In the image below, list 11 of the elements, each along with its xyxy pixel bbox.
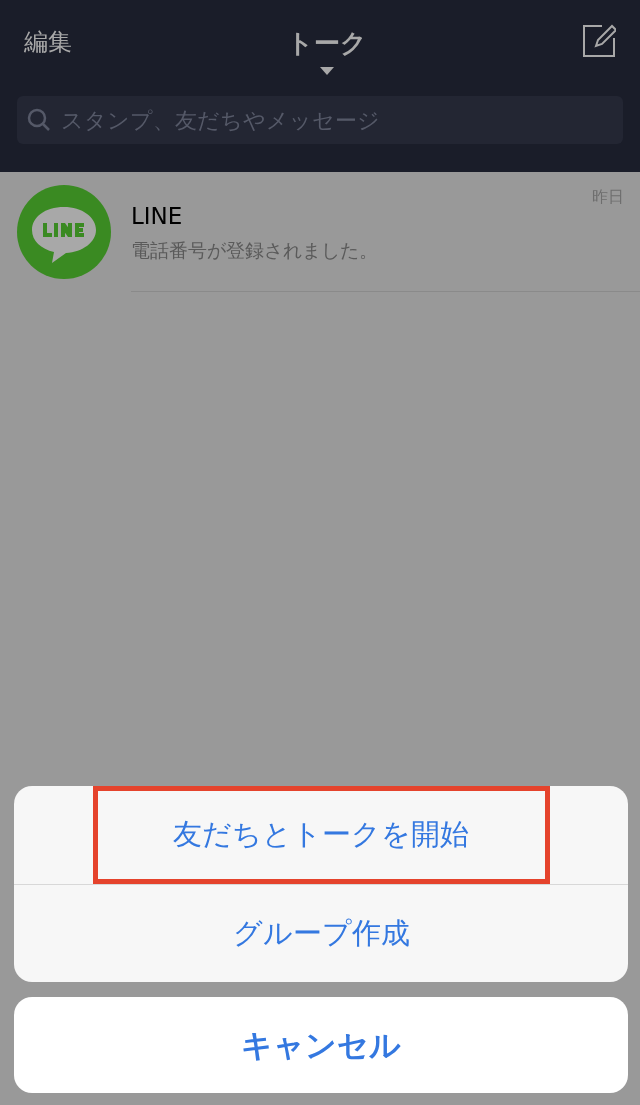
sheet-option[interactable]: 友だちとトークを開始 <box>92 786 550 884</box>
edit-link[interactable]: 編集 <box>24 24 72 60</box>
chat-logo-icon <box>17 185 111 279</box>
dropdown-icon <box>320 67 334 75</box>
search-icon <box>27 108 51 132</box>
cancel-button[interactable]: キャンセル <box>14 997 628 1093</box>
screen-title[interactable]: トーク <box>287 24 367 63</box>
chat-preview: 電話番号が登録されました。 <box>131 237 379 263</box>
compose-icon[interactable] <box>582 24 616 58</box>
sheet-option[interactable]: グループ作成 <box>92 884 550 983</box>
chat-name: LINE <box>131 202 184 231</box>
